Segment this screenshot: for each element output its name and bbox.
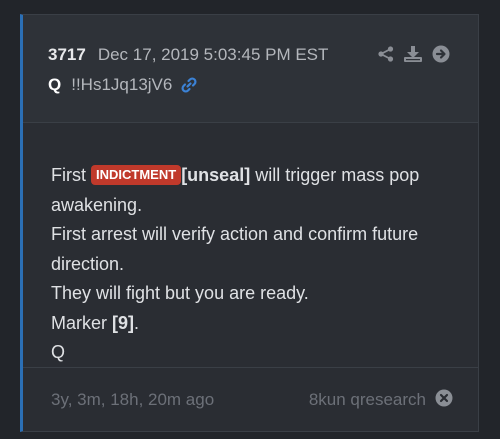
post-meta: 3717 Dec 17, 2019 5:03:45 PM EST bbox=[48, 45, 328, 65]
post-number: 3717 bbox=[48, 45, 86, 64]
post-tripcode: !!Hs1Jq13jV6 bbox=[71, 75, 173, 94]
marker-value: [9] bbox=[112, 312, 135, 333]
board-name[interactable]: 8kun qresearch bbox=[309, 390, 426, 410]
post-actions bbox=[378, 45, 450, 63]
message-text: First arrest will verify action and conf… bbox=[51, 224, 419, 274]
arrow-right-circle-icon[interactable] bbox=[432, 45, 450, 63]
post-card: 3717 Dec 17, 2019 5:03:45 PM EST Q !!Hs1… bbox=[20, 14, 479, 432]
post-author: Q bbox=[48, 75, 62, 94]
post-author-row: Q !!Hs1Jq13jV6 bbox=[48, 75, 198, 95]
unseal-text: [unseal] bbox=[181, 165, 251, 185]
post-message: First INDICTMENT [unseal] will trigger ma… bbox=[51, 161, 451, 368]
link-icon[interactable] bbox=[180, 76, 198, 94]
post-body: First INDICTMENT [unseal] will trigger ma… bbox=[23, 123, 478, 369]
download-icon[interactable] bbox=[404, 46, 422, 62]
indictment-badge: INDICTMENT bbox=[91, 165, 182, 185]
marker-suffix: . bbox=[134, 312, 140, 333]
marker-label: Marker bbox=[51, 312, 108, 333]
signature: Q bbox=[51, 342, 66, 362]
close-circle-icon[interactable] bbox=[435, 389, 453, 412]
post-footer: 3y, 3m, 18h, 20m ago 8kun qresearch bbox=[23, 367, 478, 431]
message-text: First bbox=[51, 165, 86, 185]
share-icon[interactable] bbox=[378, 46, 394, 62]
post-header: 3717 Dec 17, 2019 5:03:45 PM EST Q !!Hs1… bbox=[23, 15, 478, 123]
post-age: 3y, 3m, 18h, 20m ago bbox=[51, 390, 215, 409]
message-text: They will fight but you are ready. bbox=[51, 283, 309, 303]
post-timestamp: Dec 17, 2019 5:03:45 PM EST bbox=[97, 45, 329, 64]
